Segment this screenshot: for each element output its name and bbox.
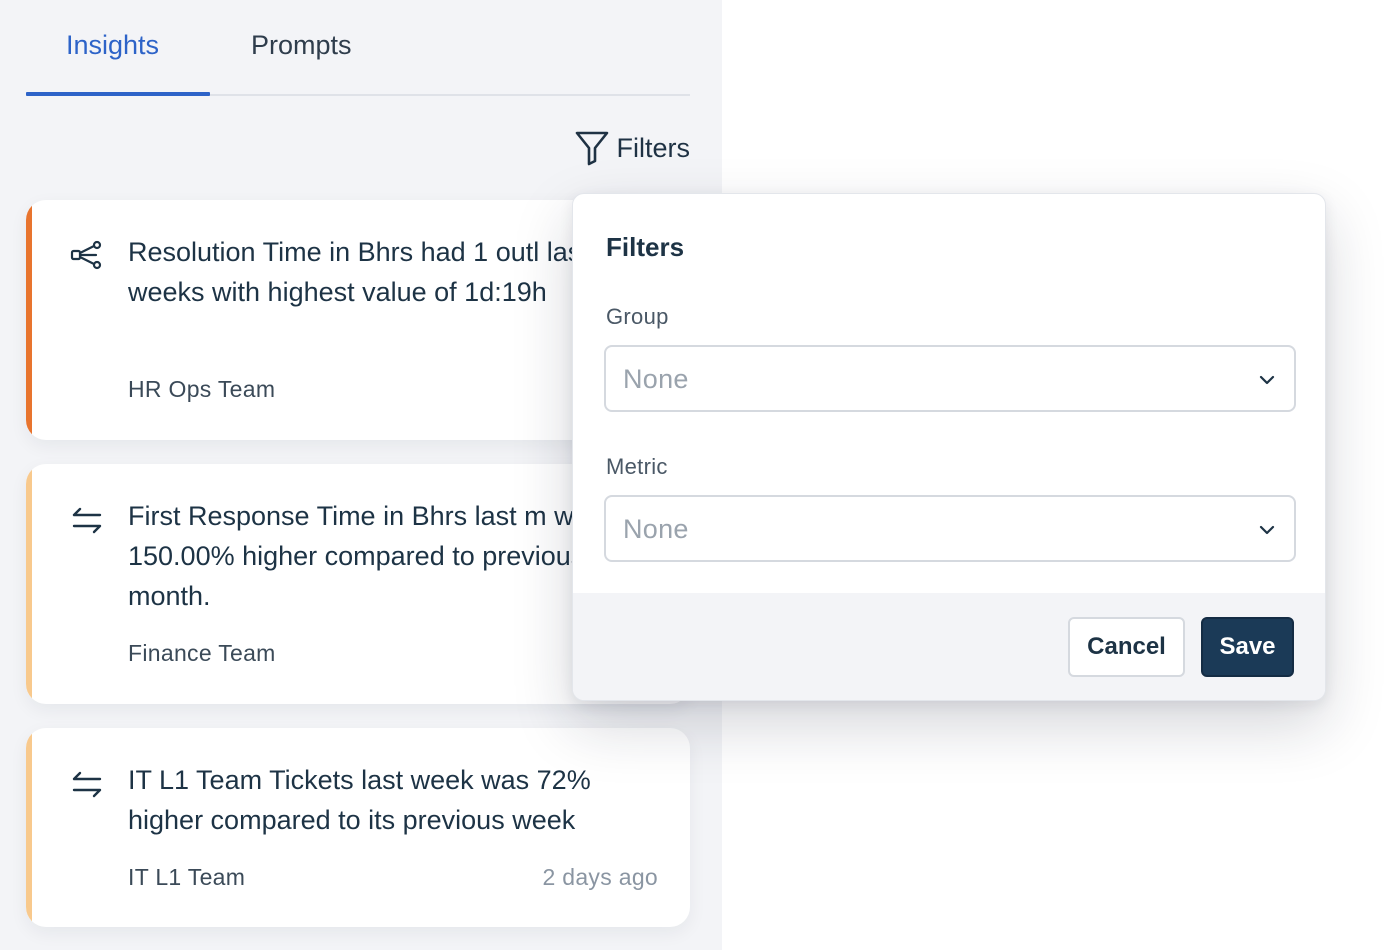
filters-button-label: Filters: [616, 132, 691, 163]
tab-prompts[interactable]: Prompts: [251, 30, 352, 61]
card-timestamp: 2 days ago: [542, 864, 658, 890]
metric-select-value: None: [623, 514, 689, 544]
tab-bar: Insights Prompts: [26, 0, 690, 96]
card-team: IT L1 Team: [128, 864, 246, 890]
cancel-button[interactable]: Cancel: [1068, 617, 1185, 677]
save-button[interactable]: Save: [1201, 617, 1294, 677]
filters-popover-footer: Cancel Save: [573, 593, 1325, 700]
filters-popover: Filters Group None Metric None Cancel Sa…: [572, 193, 1326, 701]
card-accent-bar: [26, 200, 32, 440]
card-insight-text: IT L1 Team Tickets last week was 72% hig…: [128, 765, 591, 835]
card-team: HR Ops Team: [128, 376, 276, 402]
swap-arrows-icon: [72, 771, 102, 798]
group-select-value: None: [623, 364, 689, 394]
card-team: Finance Team: [128, 640, 276, 666]
group-select[interactable]: None: [604, 345, 1296, 412]
card-accent-bar: [26, 728, 32, 927]
group-label: Group: [606, 304, 669, 329]
metric-label: Metric: [606, 454, 668, 479]
chevron-down-icon: [1259, 525, 1275, 535]
filter-icon: [575, 131, 608, 166]
metric-select[interactable]: None: [604, 495, 1296, 562]
tab-insights[interactable]: Insights: [66, 30, 159, 61]
active-tab-indicator: [26, 92, 210, 96]
swap-arrows-icon: [72, 507, 102, 534]
outlier-nodes-icon: [70, 240, 102, 270]
insight-card[interactable]: IT L1 Team Tickets last week was 72% hig…: [26, 728, 690, 927]
card-accent-bar: [26, 464, 32, 704]
filters-popover-title: Filters: [606, 232, 685, 262]
filters-button[interactable]: Filters: [575, 128, 691, 168]
chevron-down-icon: [1259, 375, 1275, 385]
